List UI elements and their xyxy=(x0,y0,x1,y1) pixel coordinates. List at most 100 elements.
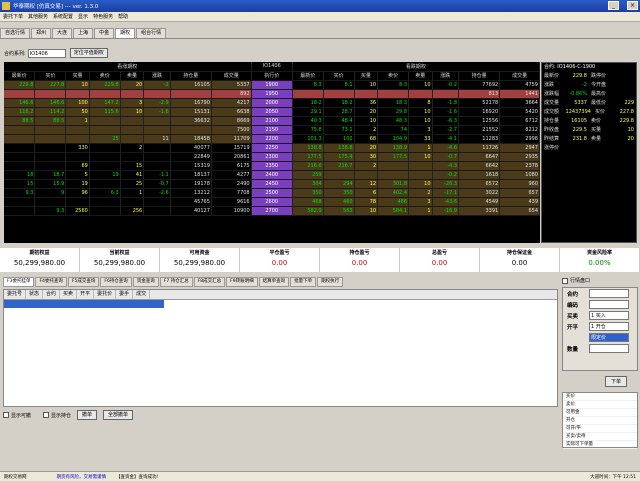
quote-row[interactable]: 88.5 88.5 1 36632 8669 2100 40.3 48.4 10 48.3 10 -6… xyxy=(4,116,540,126)
tab-dalian[interactable]: 大连 xyxy=(52,28,73,38)
tab-zhengzhou[interactable]: 郑州 xyxy=(31,28,52,38)
order-col-header[interactable]: 委托价 xyxy=(94,290,117,299)
menu-item[interactable]: 帮助 xyxy=(118,13,128,20)
strike-cell: 2150 xyxy=(251,125,293,135)
trade-tab[interactable]: 结算单查询 xyxy=(258,277,290,287)
menu-item[interactable]: 其他服务 xyxy=(28,13,48,20)
call-cell: 2560 xyxy=(65,206,90,216)
quote-row[interactable]: 45765 9616 2600 468 460 78 486 3 -43.6 4549 439 xyxy=(4,197,540,207)
minimize-button[interactable]: _ xyxy=(608,1,619,10)
tab-cffex[interactable]: 中金 xyxy=(94,28,115,38)
quote-row[interactable]: 22849 20861 2300 177.5 175.4 30 177.5 10 -0.7 664… xyxy=(4,152,540,162)
locate-atm-button[interactable]: 定位平值期权 xyxy=(69,48,108,58)
trade-tab[interactable]: F7 持仓汇总 xyxy=(159,277,193,287)
call-cell: 6638 xyxy=(211,107,252,117)
account-cell: 总盈亏 0.00 xyxy=(400,248,480,272)
order-col-header[interactable]: 委托号 xyxy=(4,290,27,299)
menu-item[interactable]: 特色服务 xyxy=(93,13,113,20)
call-title: 看涨期权 xyxy=(4,62,252,72)
tab-watchlist[interactable]: 自选行情 xyxy=(0,28,31,38)
put-col-header: 买价 xyxy=(323,71,355,81)
account-cell: 资金风险率 0.00% xyxy=(560,248,640,272)
call-cell: -0.7 xyxy=(143,179,171,189)
quote-row[interactable]: 116.2 114.2 50 115.6 10 -1.6 15131 6638 2050 29.1… xyxy=(4,107,540,117)
put-cell: 6647 xyxy=(458,152,501,162)
put-cell xyxy=(323,89,355,99)
order-col-header[interactable]: 成交 xyxy=(133,290,151,299)
put-cell: 73.1 xyxy=(323,125,355,135)
call-cell: 15131 xyxy=(170,107,212,117)
call-cell: 9.3 xyxy=(34,206,67,216)
quote-row[interactable]: 9.3 2560 256 40127 10900 2700 582.9 563 10 584.1 1… xyxy=(4,206,540,216)
trade-tab[interactable]: F5成交查询 xyxy=(67,277,100,287)
quick-quote-checkbox[interactable] xyxy=(562,277,568,284)
trade-tab[interactable]: 期权执行 xyxy=(317,277,344,287)
open-close-select[interactable]: 1 开仓 xyxy=(589,322,629,331)
side-select[interactable]: 1 买入 xyxy=(589,311,629,320)
show-cancellable-checkbox[interactable] xyxy=(3,412,9,418)
show-position-checkbox[interactable] xyxy=(43,412,50,418)
tab-shanghai[interactable]: 上海 xyxy=(73,28,94,38)
call-cell: 115.6 xyxy=(89,107,121,117)
trade-tab[interactable]: F9转账明细 xyxy=(226,277,258,287)
quote-row[interactable]: 25 11 18458 11709 2200 101.3 102 68 104.9 33 -4.1 1… xyxy=(4,134,540,144)
call-cell: 256 xyxy=(120,206,145,216)
cancel-all-button[interactable]: 全部撤单 xyxy=(103,410,134,420)
quote-row[interactable]: 229.8 227.8 10 229.8 20 -2 16105 5337 1900 8.3 8.1… xyxy=(4,80,540,90)
trade-tab[interactable]: 批量下单 xyxy=(290,277,317,287)
put-col-header: 涨跌 xyxy=(432,71,460,81)
detail-row: 成交额 12437394 买价 227.8 xyxy=(544,109,634,115)
call-cell xyxy=(4,197,36,207)
call-cell: 18 xyxy=(4,170,36,180)
call-cell: 19178 xyxy=(170,179,212,189)
menu-item[interactable]: 委托下单 xyxy=(3,13,23,20)
quote-row[interactable]: 146.6 146.6 100 147.2 3 -2.9 16790 4217 2000 18.2… xyxy=(4,98,540,108)
code-input[interactable] xyxy=(589,300,629,309)
tab-combo[interactable]: 组合行情 xyxy=(136,28,167,38)
order-info: 买价 卖价 可用金 开仓 可开/平 买卖/卖待 实际可下单量 xyxy=(562,392,638,449)
quote-row[interactable]: 330 2 40077 15719 2250 138.8 138.8 20 138.9 1 -4.6… xyxy=(4,143,540,153)
call-cell xyxy=(170,89,212,99)
qty-label: 数量 xyxy=(567,346,579,353)
trade-tab[interactable]: F6持仓查询 xyxy=(100,277,132,287)
order-col-header[interactable]: 开平 xyxy=(77,290,95,299)
close-button[interactable]: × xyxy=(627,1,638,10)
quote-row[interactable]: 9.3 9 96 6.3 1 -2.6 13212 7708 2500 350 350 6 402.4 2… xyxy=(4,188,540,198)
quote-row[interactable]: 69 15 15319 6175 2350 216.6 216.7 2 -4.3 6642 2378 xyxy=(4,161,540,171)
order-col-header[interactable]: 状态 xyxy=(26,290,44,299)
order-col-header[interactable]: 委手 xyxy=(116,290,134,299)
trade-tab[interactable]: 资金查询 xyxy=(132,277,159,287)
call-col-header: 持仓量 xyxy=(170,71,212,81)
trade-tab[interactable]: F4委托查询 xyxy=(35,277,67,287)
grid-options: 显示可撤 显示持仓 撤单 全部撤单 xyxy=(3,410,558,420)
menu-item[interactable]: 显示 xyxy=(78,13,88,20)
menu-bar: 委托下单 其他服务 系统配置 显示 特色服务 帮助 xyxy=(0,12,640,22)
risk-link[interactable]: 期货有风险，交易需谨慎 xyxy=(57,474,107,480)
selected-row[interactable] xyxy=(4,300,164,308)
qty-input[interactable] xyxy=(589,344,629,353)
quote-row[interactable]: 892 1950 813 1441 xyxy=(4,89,540,99)
put-cell: 3664 xyxy=(499,98,540,108)
call-cell xyxy=(34,143,67,153)
trade-tab[interactable]: F3委托挂单 xyxy=(3,277,35,287)
contract-input[interactable] xyxy=(589,289,629,298)
put-cell: 10 xyxy=(408,116,433,126)
price-input[interactable]: 限定价 xyxy=(589,333,629,342)
put-cell: 4759 xyxy=(499,80,540,90)
quote-row[interactable]: 7500 2150 75.8 73.1 2 74 3 -2.7 21552 8212 xyxy=(4,125,540,135)
quote-row[interactable]: 18 18.7 5 19 41 -1.1 18137 4277 2400 259 -0.2 1618 1… xyxy=(4,170,540,180)
order-col-header[interactable]: 买卖 xyxy=(60,290,78,299)
call-cell: 229.8 xyxy=(4,80,36,90)
strike-cell: 2300 xyxy=(251,152,293,162)
quote-row[interactable]: 15 15.9 19 25 -0.7 19178 2490 2450 304 294 12 301.8… xyxy=(4,179,540,189)
place-order-button[interactable]: 下单 xyxy=(605,376,627,387)
menu-item[interactable]: 系统配置 xyxy=(53,13,73,20)
tab-options[interactable]: 期权 xyxy=(115,28,136,38)
put-cell: 402.4 xyxy=(377,188,410,198)
cancel-button[interactable]: 撤单 xyxy=(77,410,98,420)
order-col-header[interactable]: 合约 xyxy=(43,290,61,299)
series-select[interactable]: IO1406 xyxy=(27,48,66,58)
put-cell: 216.6 xyxy=(292,161,324,171)
call-cell: 22849 xyxy=(170,152,212,162)
trade-tab[interactable]: F8成交汇总 xyxy=(193,277,226,287)
